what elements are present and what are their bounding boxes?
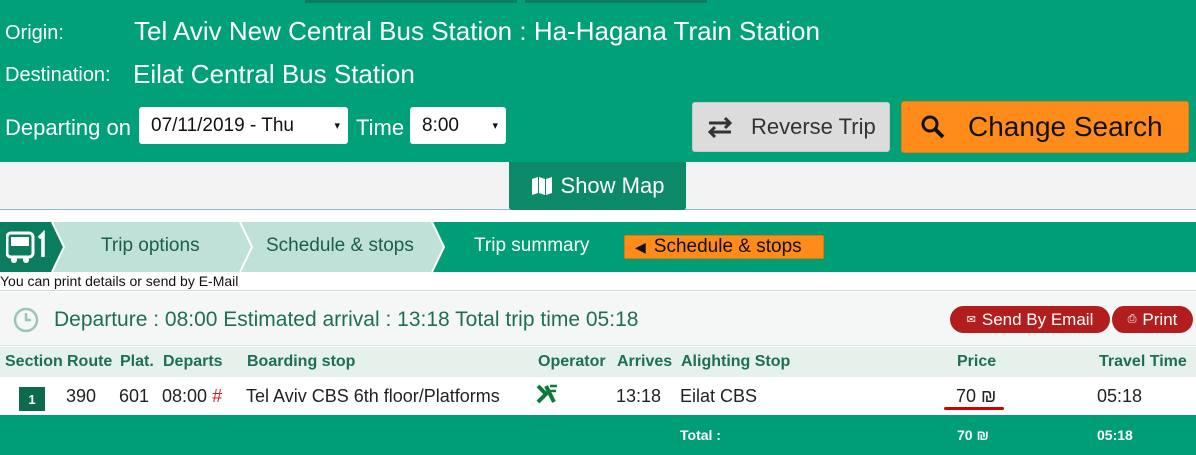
send-email-label: Send By Email bbox=[981, 309, 1094, 329]
col-operator: Operator bbox=[538, 353, 606, 370]
step-trip-options[interactable]: Trip options bbox=[101, 235, 200, 257]
total-time: 05:18 bbox=[1097, 427, 1133, 443]
date-value: 07/11/2019 - Thu bbox=[151, 114, 294, 136]
back-to-schedule-label: Schedule & stops bbox=[653, 236, 802, 257]
show-map-button[interactable]: Show Map bbox=[509, 162, 686, 210]
tab-stub bbox=[525, 0, 707, 3]
departs-cell: 08:00 # bbox=[162, 386, 222, 407]
map-icon bbox=[531, 177, 552, 195]
step-trip-summary: Trip summary bbox=[474, 235, 590, 256]
send-email-button[interactable]: ✉ Send By Email bbox=[950, 306, 1110, 333]
swap-icon bbox=[707, 116, 733, 139]
envelope-icon: ✉ bbox=[966, 314, 976, 326]
destination-label: Destination: bbox=[5, 64, 111, 86]
change-search-label: Change Search bbox=[968, 111, 1163, 142]
total-price: 70 ₪ bbox=[957, 427, 989, 443]
arrow-left-icon: ◀ bbox=[635, 238, 646, 255]
destination-value[interactable]: Eilat Central Bus Station bbox=[133, 59, 415, 90]
operator-logo-icon bbox=[536, 384, 557, 404]
reverse-trip-label: Reverse Trip bbox=[751, 114, 876, 139]
chevron-down-icon: ▾ bbox=[334, 120, 340, 132]
departs-time: 08:00 bbox=[162, 386, 208, 406]
bus-icon bbox=[6, 230, 45, 263]
table-footer: Total : 70 ₪ 05:18 bbox=[0, 415, 1196, 455]
col-boarding-stop: Boarding stop bbox=[247, 353, 356, 370]
col-section: Section bbox=[5, 353, 63, 370]
col-alighting-stop: Alighting Stop bbox=[681, 353, 791, 370]
col-arrives: Arrives bbox=[617, 353, 673, 370]
print-hint: You can print details or send by E-Mail bbox=[0, 273, 239, 289]
show-map-label: Show Map bbox=[560, 173, 665, 198]
tab-stub bbox=[305, 0, 517, 3]
price-cell: 70 ₪ bbox=[956, 386, 997, 406]
back-to-schedule-button[interactable]: ◀ Schedule & stops bbox=[624, 235, 824, 259]
price-underline bbox=[944, 407, 1004, 410]
page: Origin: Tel Aviv New Central Bus Station… bbox=[0, 0, 1196, 455]
reverse-trip-button[interactable]: Reverse Trip bbox=[692, 102, 890, 152]
route-cell: 390 bbox=[66, 386, 97, 406]
origin-value[interactable]: Tel Aviv New Central Bus Station : Ha-Ha… bbox=[134, 16, 820, 47]
time-select[interactable]: 8:00 ▾ bbox=[410, 107, 506, 144]
trip-summary-panel: Departure : 08:00 Estimated arrival : 13… bbox=[0, 290, 1196, 455]
trip-summary-text: Departure : 08:00 Estimated arrival : 13… bbox=[54, 308, 639, 331]
print-button[interactable]: ⎙ Print bbox=[1110, 306, 1193, 333]
col-travel-time: Travel Time bbox=[1099, 353, 1187, 370]
travel-time-cell: 05:18 bbox=[1097, 386, 1143, 406]
platform-cell: 601 bbox=[119, 386, 150, 406]
arrives-cell: 13:18 bbox=[616, 386, 662, 406]
col-platform: Plat. bbox=[120, 353, 154, 370]
table-header: Section Route Plat. Departs Boarding sto… bbox=[0, 347, 1196, 377]
total-label: Total : bbox=[680, 427, 721, 443]
col-departs: Departs bbox=[163, 353, 223, 370]
steps-bar: Trip options Schedule & stops Trip summa… bbox=[0, 222, 1196, 272]
clock-icon bbox=[13, 307, 39, 333]
change-search-button[interactable]: Change Search bbox=[901, 101, 1189, 153]
section-number-badge: 1 bbox=[19, 387, 45, 411]
step-schedule-stops[interactable]: Schedule & stops bbox=[266, 235, 414, 257]
departs-note-mark[interactable]: # bbox=[212, 386, 222, 406]
search-icon bbox=[921, 115, 945, 139]
col-route: Route bbox=[67, 353, 113, 370]
time-value: 8:00 bbox=[422, 114, 459, 136]
print-label: Print bbox=[1142, 309, 1178, 329]
alighting-stop-cell: Eilat CBS bbox=[680, 386, 758, 406]
chevron-down-icon: ▾ bbox=[492, 120, 498, 132]
time-label: Time bbox=[356, 115, 405, 140]
col-price: Price bbox=[957, 353, 997, 370]
date-select[interactable]: 07/11/2019 - Thu ▾ bbox=[139, 107, 348, 144]
origin-label: Origin: bbox=[5, 22, 64, 44]
summary-row: Departure : 08:00 Estimated arrival : 13… bbox=[0, 292, 1196, 346]
search-panel: Origin: Tel Aviv New Central Bus Station… bbox=[0, 0, 1196, 162]
printer-icon: ⎙ bbox=[1127, 313, 1137, 325]
departing-label: Departing on bbox=[5, 115, 131, 140]
boarding-stop-cell: Tel Aviv CBS 6th floor/Platforms bbox=[246, 386, 500, 406]
table-row: 1 390 601 08:00 # Tel Aviv CBS 6th floor… bbox=[0, 377, 1196, 415]
